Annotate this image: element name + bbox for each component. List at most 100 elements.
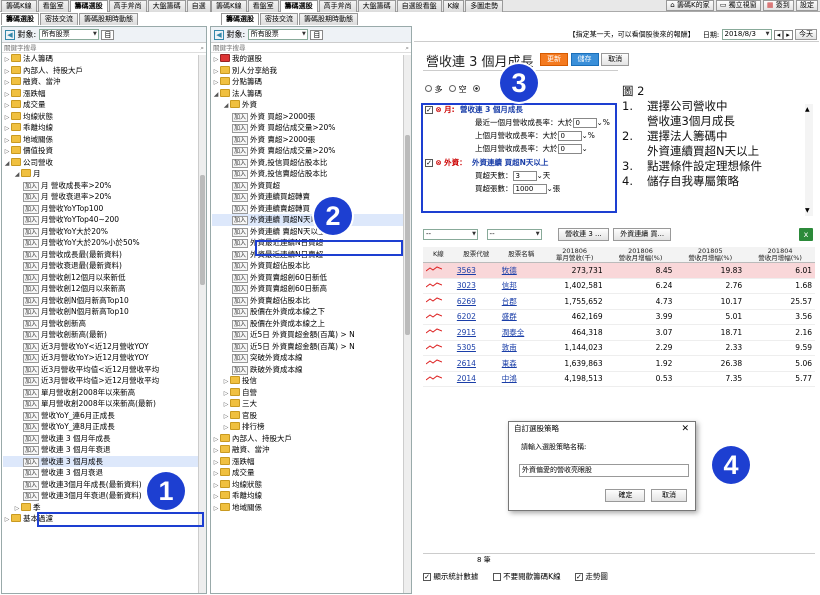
tree-folder[interactable]: ▷ 融資、當沖: [3, 76, 206, 88]
table-row[interactable]: 5305 敦南 1,144,023 2.29 2.33 9.59: [423, 340, 815, 356]
strategy-item[interactable]: 加入 月營收YoYTop40~200: [3, 214, 206, 226]
column-header[interactable]: 201804 營收月增幅(%): [745, 247, 815, 263]
column-header[interactable]: 股票名稱: [498, 247, 544, 263]
left-target-select[interactable]: 所有股票: [38, 29, 99, 40]
add-icon[interactable]: 加入: [23, 227, 40, 237]
strategy-item[interactable]: 加入 營收連 3 個月成長: [3, 455, 206, 467]
update-button[interactable]: 更新: [540, 53, 568, 66]
tab-5[interactable]: 自選股看盤: [396, 0, 442, 12]
stock-code[interactable]: 3023: [454, 278, 499, 294]
strategy-item[interactable]: 加入 外資 買超>2000張: [212, 111, 411, 123]
tree-folder[interactable]: ▷ 內部人、持股大戶: [212, 433, 411, 445]
table-row[interactable]: 6202 盛群 462,169 3.99 5.01 3.56: [423, 309, 815, 325]
strategy-item[interactable]: 加入 月營收YoY大於20%小於50%: [3, 237, 206, 249]
tree-folder[interactable]: ▷ 漲跌幅: [3, 88, 206, 100]
tree-folder[interactable]: ▷ 分點籌碼: [212, 76, 411, 88]
stock-name[interactable]: 東森: [499, 356, 544, 372]
add-icon[interactable]: 加入: [232, 239, 249, 248]
tree-folder[interactable]: ◢ 外資: [212, 99, 411, 111]
hide-kline-checkbox[interactable]: [492, 573, 501, 581]
strategy-item[interactable]: 加入 近3月營收YoY<近12月營收YOY: [3, 341, 206, 353]
add-icon[interactable]: 加入: [232, 319, 249, 329]
column-header[interactable]: 201806 營收月增幅(%): [605, 247, 676, 263]
back-arrow-icon[interactable]: ◀: [5, 29, 15, 40]
strategy-item[interactable]: 加入 外資連續買超轉賣: [212, 191, 411, 203]
mid-search[interactable]: 關鍵字搜尋 ⌕: [211, 43, 411, 53]
strategy-item[interactable]: 加入 外資買賣超創60日新高: [212, 283, 411, 295]
strategy-item[interactable]: 加入 外資 賣超佔成交量>20%: [212, 145, 411, 157]
tree-folder[interactable]: ▷ 官股: [212, 410, 411, 422]
kline-icon[interactable]: [423, 278, 454, 294]
add-icon[interactable]: 加入: [23, 285, 40, 294]
strategy-item[interactable]: 加入 月營收創N個月新高Top10: [3, 306, 206, 318]
kline-icon[interactable]: [423, 371, 454, 387]
tree-folder[interactable]: ▷ 價值投資: [3, 145, 206, 157]
strategy-item[interactable]: 加入 股價在外資成本線之下: [212, 306, 411, 318]
kline-icon[interactable]: [423, 294, 454, 310]
tab-4[interactable]: 大盤籌碼: [147, 0, 186, 12]
add-icon[interactable]: 加入: [232, 193, 249, 202]
tab-0[interactable]: 籌碼選股: [221, 13, 259, 25]
tree-folder[interactable]: ▷ 乖離均線: [212, 490, 411, 502]
strategy-item[interactable]: 加入 月營收創新高(最新): [3, 329, 206, 341]
kline-icon[interactable]: [423, 309, 454, 325]
strategy-item[interactable]: 加入 近3月營收YoY>近12月營收YOY: [3, 352, 206, 364]
add-icon[interactable]: 加入: [23, 319, 40, 329]
add-icon[interactable]: 加入: [23, 296, 40, 306]
stock-code[interactable]: 2915: [454, 325, 499, 341]
tree-folder[interactable]: ▷ 內部人、持股大戶: [3, 65, 206, 77]
add-icon[interactable]: 加入: [23, 400, 40, 409]
table-row[interactable]: 2014 中鴻 4,198,513 0.53 7.35 5.77: [423, 371, 815, 387]
show-stats-checkbox[interactable]: ✓: [423, 573, 431, 581]
close-icon[interactable]: ✕: [681, 422, 689, 436]
tree-folder[interactable]: ◢ 法人籌碼: [212, 88, 411, 100]
tree-folder[interactable]: ▷ 別人分享給我: [212, 65, 411, 77]
add-icon[interactable]: 加入: [232, 204, 249, 214]
strategy-item[interactable]: 加入 外資,投信買超佔股本比: [212, 157, 411, 169]
strategy-item[interactable]: 加入 單月營收創2008年以來新高(最新): [3, 398, 206, 410]
stock-code[interactable]: 3563: [454, 263, 499, 279]
strategy-item[interactable]: 加入 近3月營收平均值<近12月營收平均: [3, 364, 206, 376]
tree-folder[interactable]: ▷ 自營: [212, 387, 411, 399]
strategy-item[interactable]: 加入月 營收衰退率>20%: [3, 191, 206, 203]
scroll-up-icon[interactable]: ▲: [805, 106, 810, 113]
strategy-item[interactable]: 加入 單月營收創2008年以來新高: [3, 387, 206, 399]
tree-folder[interactable]: ▷ 我的選股: [212, 53, 411, 65]
add-icon[interactable]: 加入: [232, 308, 249, 317]
strategy-item[interactable]: 加入 外資買賣超創60日新低: [212, 272, 411, 284]
add-icon[interactable]: 加入: [23, 193, 40, 202]
add-icon[interactable]: 加入: [23, 434, 40, 444]
add-icon[interactable]: 加入: [232, 365, 249, 375]
add-icon[interactable]: 加入: [232, 354, 249, 363]
stock-code[interactable]: 5305: [454, 340, 499, 356]
table-row[interactable]: 2614 東森 1,639,863 1.92 26.38 5.06: [423, 356, 815, 372]
tree-folder[interactable]: ▷ 成交量: [3, 99, 206, 111]
tab-3[interactable]: 高手斧尚: [108, 0, 147, 12]
column-header[interactable]: 201806 單月營收(千): [543, 247, 606, 263]
stock-name[interactable]: 台郡: [499, 294, 544, 310]
tree-folder[interactable]: ▷ 地域關係: [3, 134, 206, 146]
strategy-item[interactable]: 加入 月營收YoYTop100: [3, 203, 206, 215]
strategy-item[interactable]: 加入 營收YoY_連8月正成長: [3, 421, 206, 433]
strategy-item[interactable]: 加入 月營收衰退最(最新資料): [3, 260, 206, 272]
expand-icon[interactable]: ▷: [3, 514, 11, 526]
column-header[interactable]: K線: [423, 247, 454, 263]
tree-folder[interactable]: ▷ 漲跌幅: [212, 456, 411, 468]
strategy-item[interactable]: 加入月 營收成長率>20%: [3, 180, 206, 192]
strategy-item[interactable]: 加入 外資 賣超>2000張: [212, 134, 411, 146]
mid-scrollbar[interactable]: [403, 55, 411, 593]
add-icon[interactable]: 加入: [232, 262, 249, 271]
add-icon[interactable]: 加入: [23, 446, 40, 455]
add-icon[interactable]: 加入: [23, 204, 40, 214]
radio-both[interactable]: [473, 85, 481, 92]
strategy-item[interactable]: 加入 營收連 3 個月年衰退: [3, 444, 206, 456]
left-target-button[interactable]: 目: [101, 29, 115, 40]
settings-button[interactable]: 設定: [796, 0, 818, 11]
add-icon[interactable]: 加入: [232, 331, 249, 340]
filter-select-1[interactable]: --: [423, 229, 478, 240]
strategy-item[interactable]: 加入 月營收創新高: [3, 318, 206, 330]
dialog-ok-button[interactable]: 確定: [605, 489, 646, 502]
kline-icon[interactable]: [423, 356, 454, 372]
tab-1[interactable]: 密技交流: [260, 13, 298, 25]
condition-scrollbar[interactable]: ▲ ▼: [805, 104, 813, 216]
